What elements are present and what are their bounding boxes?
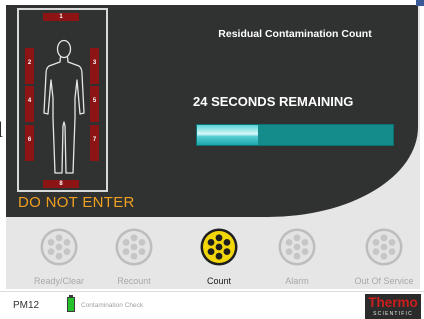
window-edge-mark [416,0,424,6]
progress-fill [197,125,258,145]
detector-3[interactable]: 3 [90,48,99,84]
detector-7[interactable]: 7 [90,125,99,161]
mode-dots-icon [278,228,316,266]
brand-subtitle: SCIENTIFIC [373,311,413,317]
count-progress-bar [196,124,394,146]
device-label: PM12 [13,300,40,311]
battery-status-label: Contamination Check [81,302,144,309]
countdown-text: 24 SECONDS REMAINING [193,94,354,109]
detector-5[interactable]: 5 [90,86,99,122]
do-not-enter-warning: DO NOT ENTER [18,194,135,211]
person-silhouette-icon [43,39,85,174]
status-bar: PM12 Contamination Check Thermo SCIENTIF… [0,291,424,319]
mode-dots-icon [200,228,238,266]
detector-1[interactable]: 1 [43,13,79,21]
detector-4[interactable]: 4 [25,86,34,122]
mode-dots-icon [40,228,78,266]
count-button[interactable]: Count [181,226,257,296]
out-of-service-button[interactable]: Out Of Service [346,226,422,296]
detector-6[interactable]: 6 [25,125,34,161]
detector-8[interactable]: 8 [43,180,79,188]
brand-name: Thermo [368,295,418,310]
recount-button[interactable]: Recount [96,226,172,296]
detector-2[interactable]: 2 [25,48,34,84]
alarm-button[interactable]: Alarm [259,226,335,296]
body-diagram: 1 2 3 4 5 6 7 8 [17,8,108,192]
battery-icon [67,295,75,312]
ready-clear-button[interactable]: Ready/Clear [21,226,97,296]
edge-glyph: l [0,117,4,142]
mode-dots-icon [115,228,153,266]
mode-dots-icon [365,228,403,266]
brand-logo: Thermo SCIENTIFIC [365,294,421,319]
screen-title: Residual Contamination Count [218,28,372,40]
